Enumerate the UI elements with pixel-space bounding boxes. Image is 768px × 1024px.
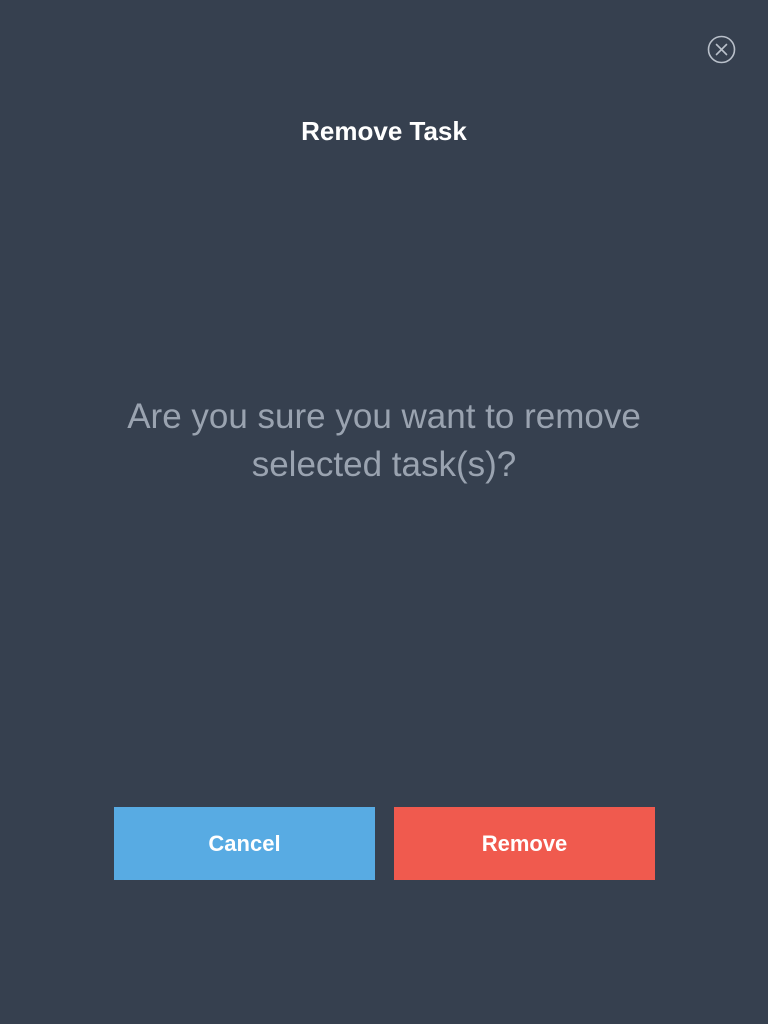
dialog-title: Remove Task [301,116,467,146]
confirmation-message: Are you sure you want to remove selected… [127,397,641,484]
close-icon[interactable] [707,35,736,64]
remove-button[interactable]: Remove [394,807,655,880]
cancel-button[interactable]: Cancel [114,807,375,880]
close-circle-icon [707,35,736,64]
